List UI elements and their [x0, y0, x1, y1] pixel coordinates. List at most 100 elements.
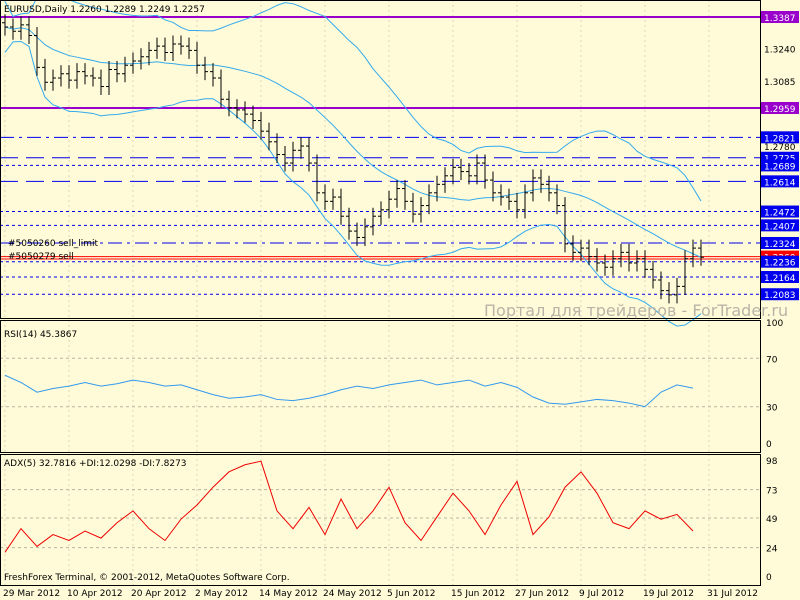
rsi-line — [4, 374, 694, 408]
date-tick-label: 14 May 2012 — [259, 589, 318, 599]
ohlc-bar — [426, 184, 432, 215]
ohlc-bar — [658, 271, 664, 300]
ohlc-bar — [506, 188, 512, 210]
ohlc-bar — [410, 192, 416, 223]
ohlc-bar — [514, 192, 520, 219]
ohlc-bar — [634, 250, 640, 272]
ohlc-bar — [338, 188, 344, 225]
trading-chart[interactable]: 1.33871.29591.28211.27251.26891.26141.24… — [0, 0, 800, 600]
symbol-title: EURUSD,Daily 1.2260 1.2289 1.2249 1.2257 — [4, 5, 205, 15]
price-tick-label: 1.3240 — [764, 45, 796, 55]
adx-title: ADX(5) 32.7816 +DI:12.0298 -DI:7.8273 — [4, 459, 187, 469]
ohlc-bar — [282, 146, 288, 172]
ohlc-bar — [322, 184, 328, 210]
adx-tick-label: 98 — [766, 457, 778, 467]
ohlc-bar — [674, 277, 680, 304]
date-tick-label: 10 Apr 2012 — [67, 589, 123, 599]
ohlc-bar — [306, 137, 312, 172]
ohlc-bar — [178, 35, 184, 55]
rsi-title: RSI(14) 45.3867 — [4, 330, 77, 340]
adx-tick-label: 49 — [766, 515, 778, 525]
order-label-2[interactable]: #5050279 sell — [8, 252, 74, 262]
ohlc-bar — [186, 37, 192, 59]
level-price-label: 1.2472 — [764, 209, 796, 219]
ohlc-bar — [290, 141, 296, 172]
level-price-label: 1.2689 — [764, 162, 796, 172]
ohlc-bar — [418, 197, 424, 223]
ohlc-bar — [146, 41, 152, 66]
ohlc-bar — [378, 201, 384, 225]
adx-tick-label: 0 — [766, 573, 772, 583]
panel-frame-0 — [0, 0, 761, 319]
date-tick-label: 31 Jul 2012 — [707, 589, 758, 599]
level-price-label: 1.2407 — [764, 222, 796, 232]
rsi-tick-label: 70 — [766, 355, 778, 365]
price-tick-label: 1.2780 — [764, 143, 796, 153]
ohlc-bar — [482, 154, 488, 189]
ohlc-bar — [66, 65, 72, 89]
ohlc-bar — [58, 65, 64, 87]
ohlc-bar — [522, 184, 528, 219]
ohlc-bar — [42, 58, 48, 91]
ohlc-bar — [122, 56, 128, 83]
rsi-tick-label: 100 — [766, 319, 783, 329]
ohlc-bar — [642, 250, 648, 278]
rsi-tick-label: 0 — [766, 440, 772, 450]
ohlc-bar — [362, 218, 368, 246]
ohlc-bar — [346, 207, 352, 240]
date-tick-label: 20 Apr 2012 — [131, 589, 187, 599]
ohlc-bar — [194, 41, 200, 74]
footer-copyright: FreshForex Terminal, © 2001-2012, MetaQu… — [4, 573, 290, 583]
ohlc-bar — [626, 243, 632, 272]
ohlc-bar — [330, 188, 336, 210]
ohlc-bar — [530, 169, 536, 202]
date-tick-label: 29 Mar 2012 — [3, 589, 60, 599]
ohlc-bar — [210, 63, 216, 87]
ohlc-bar — [138, 48, 144, 70]
ohlc-bar — [242, 101, 248, 123]
ohlc-bar — [82, 63, 88, 85]
price-bars — [2, 14, 704, 304]
ohlc-bar — [442, 167, 448, 193]
level-price-label: 1.2083 — [764, 291, 796, 301]
level-price-label: 1.2959 — [764, 105, 796, 115]
panel-frame-2 — [0, 454, 761, 586]
ohlc-bar — [202, 56, 208, 81]
adx-tick-label: 73 — [766, 487, 777, 497]
ohlc-bar — [474, 154, 480, 185]
ohlc-bar — [402, 180, 408, 210]
level-price-label: 1.3387 — [764, 14, 796, 24]
ohlc-bar — [170, 35, 176, 62]
order-label-1[interactable]: #5050260 sell_limit — [8, 239, 98, 249]
ohlc-bar — [74, 63, 80, 89]
axes: 1.33871.29591.28211.27251.26891.26141.24… — [0, 0, 799, 599]
ohlc-bar — [106, 61, 112, 96]
adx-tick-label: 24 — [766, 545, 778, 555]
rsi-tick-label: 30 — [766, 404, 778, 414]
date-tick-label: 9 Jul 2012 — [579, 589, 624, 599]
ohlc-bar — [394, 180, 400, 208]
level-price-label: 1.2614 — [764, 178, 796, 188]
date-tick-label: 27 Jun 2012 — [515, 589, 569, 599]
level-price-label: 1.2324 — [764, 240, 796, 250]
ohlc-bar — [602, 254, 608, 276]
price-levels — [0, 16, 760, 295]
date-tick-label: 2 May 2012 — [195, 589, 248, 599]
ohlc-bar — [458, 158, 464, 181]
ohlc-bar — [258, 112, 264, 140]
ohlc-bar — [98, 69, 104, 96]
ohlc-bar — [50, 69, 56, 91]
grid — [0, 0, 760, 585]
ohlc-bar — [610, 250, 616, 276]
ohlc-bar — [90, 67, 96, 87]
ohlc-bar — [298, 137, 304, 159]
ohlc-bar — [386, 190, 392, 219]
ohlc-bar — [162, 37, 168, 62]
ohlc-bar — [618, 243, 624, 268]
ohlc-bar — [154, 37, 160, 59]
price-tick-label: 1.3085 — [764, 78, 796, 88]
ohlc-bar — [314, 154, 320, 202]
date-tick-label: 5 Jun 2012 — [387, 589, 435, 599]
ohlc-bar — [370, 207, 376, 236]
ohlc-bar — [354, 222, 360, 246]
